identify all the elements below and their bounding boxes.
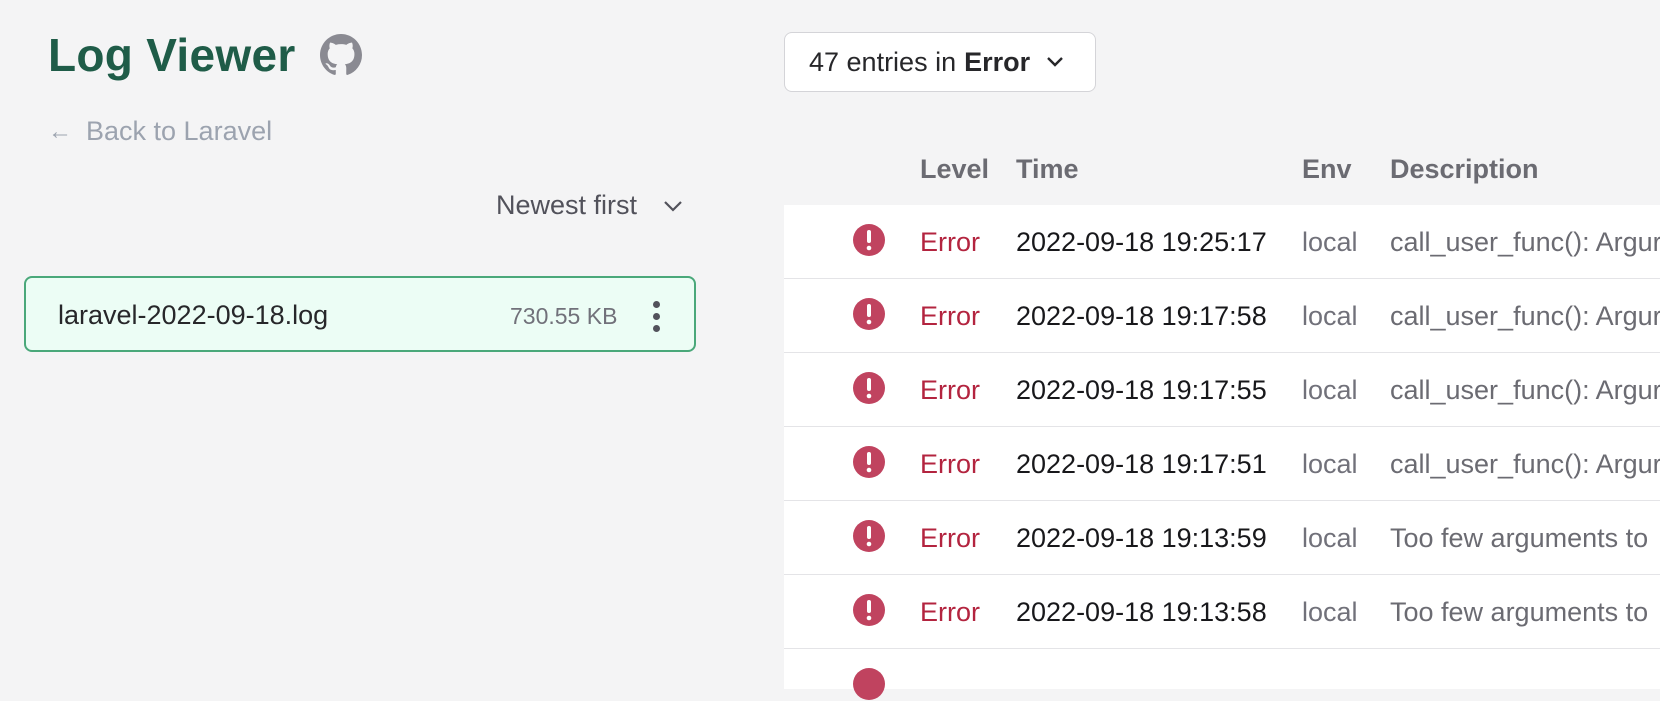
row-level: Error	[920, 449, 980, 479]
github-icon[interactable]	[320, 34, 362, 76]
entries-count-label: 47 entries in	[809, 46, 957, 77]
table-row[interactable]	[784, 649, 1660, 700]
app-title: Log Viewer	[48, 29, 296, 81]
error-icon	[853, 372, 885, 404]
table-header: Level Time Env Description	[784, 150, 1660, 206]
error-icon	[853, 298, 885, 330]
row-env: local	[1302, 375, 1358, 405]
log-file-item[interactable]: laravel-2022-09-18.log 730.55 KB	[24, 276, 696, 352]
row-description: call_user_func(): Argur	[1390, 301, 1660, 331]
back-link-label: Back to Laravel	[86, 116, 273, 146]
error-icon	[853, 668, 885, 700]
row-description: Too few arguments to	[1390, 597, 1649, 627]
arrow-left-icon: ←	[48, 117, 72, 145]
row-level: Error	[920, 301, 980, 331]
row-description: call_user_func(): Argur	[1390, 227, 1660, 257]
error-icon	[853, 446, 885, 478]
column-header-env: Env	[1302, 154, 1352, 184]
row-env: local	[1302, 301, 1358, 331]
sidebar: Log Viewer ← Back to Laravel Newest firs…	[0, 0, 700, 672]
chevron-down-icon	[664, 200, 682, 212]
back-link[interactable]: ← Back to Laravel	[48, 116, 272, 147]
sort-select[interactable]: Newest first	[496, 190, 683, 221]
column-header-time: Time	[1016, 154, 1079, 184]
row-level: Error	[920, 523, 980, 553]
column-header-description: Description	[1390, 154, 1539, 184]
row-description: call_user_func(): Argur	[1390, 375, 1660, 405]
table-row[interactable]: Error 2022-09-18 19:17:55 local call_use…	[784, 353, 1660, 427]
row-level: Error	[920, 227, 980, 257]
error-icon	[853, 224, 885, 256]
row-env: local	[1302, 523, 1358, 553]
row-env: local	[1302, 597, 1358, 627]
log-file-size: 730.55 KB	[510, 303, 618, 329]
row-time: 2022-09-18 19:25:17	[1016, 227, 1267, 257]
table-row[interactable]: Error 2022-09-18 19:13:58 local Too few …	[784, 575, 1660, 649]
row-time: 2022-09-18 19:17:58	[1016, 301, 1267, 331]
level-filter-dropdown[interactable]: 47 entries in Error	[784, 32, 1096, 92]
row-env: local	[1302, 449, 1358, 479]
error-icon	[853, 520, 885, 552]
sort-select-label: Newest first	[496, 190, 638, 220]
table-row[interactable]: Error 2022-09-18 19:13:59 local Too few …	[784, 501, 1660, 575]
table-row[interactable]: Error 2022-09-18 19:17:58 local call_use…	[784, 279, 1660, 353]
log-entries-table: Error 2022-09-18 19:25:17 local call_use…	[784, 205, 1660, 700]
row-description: Too few arguments to	[1390, 523, 1649, 553]
row-env: local	[1302, 227, 1358, 257]
main-panel: 47 entries in Error Level Time Env Descr…	[784, 0, 1660, 700]
column-header-level: Level	[920, 154, 990, 184]
error-icon	[853, 594, 885, 626]
row-description: call_user_func(): Argur	[1390, 449, 1660, 479]
row-time: 2022-09-18 19:13:59	[1016, 523, 1267, 553]
row-level: Error	[920, 375, 980, 405]
log-file-name: laravel-2022-09-18.log	[58, 300, 329, 330]
row-time: 2022-09-18 19:17:55	[1016, 375, 1267, 405]
more-vertical-icon[interactable]	[646, 298, 666, 332]
table-row[interactable]: Error 2022-09-18 19:17:51 local call_use…	[784, 427, 1660, 501]
row-time: 2022-09-18 19:13:58	[1016, 597, 1267, 627]
chevron-down-icon	[1047, 57, 1063, 67]
selected-level: Error	[964, 46, 1031, 77]
row-level: Error	[920, 597, 980, 627]
row-time: 2022-09-18 19:17:51	[1016, 449, 1267, 479]
table-row[interactable]: Error 2022-09-18 19:25:17 local call_use…	[784, 205, 1660, 279]
